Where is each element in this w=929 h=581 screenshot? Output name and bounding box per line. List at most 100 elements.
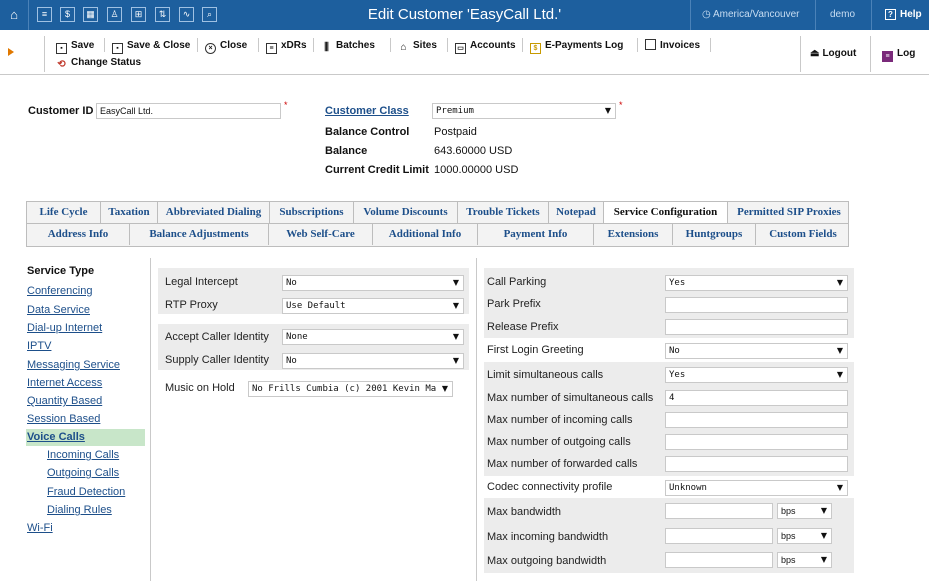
sidebar-item-voice-calls[interactable]: Voice Calls bbox=[26, 429, 145, 446]
sidebar-item-internet-access[interactable]: Internet Access bbox=[27, 377, 102, 389]
codec-profile-select[interactable]: Unknown ▼ bbox=[665, 480, 848, 496]
sidebar-item-data-service[interactable]: Data Service bbox=[27, 304, 90, 316]
max-bandwidth-unit-select[interactable]: bps ▼ bbox=[777, 503, 832, 519]
chevron-down-icon: ▼ bbox=[439, 382, 448, 396]
max-outgoing-bandwidth-input[interactable] bbox=[665, 552, 773, 568]
tab-abbreviated-dialing[interactable]: Abbreviated Dialing bbox=[158, 202, 270, 223]
divider bbox=[815, 0, 816, 30]
sites-button[interactable]: ⌂ Sites bbox=[398, 39, 436, 54]
codec-profile-label: Codec connectivity profile bbox=[487, 481, 613, 493]
chevron-down-icon: ▼ bbox=[836, 278, 843, 287]
tab-trouble-tickets[interactable]: Trouble Tickets bbox=[458, 202, 549, 223]
tab-permitted-sip-proxies[interactable]: Permitted SIP Proxies bbox=[728, 202, 850, 223]
log-button[interactable]: ≡ Log bbox=[882, 47, 915, 62]
user-link[interactable]: demo bbox=[830, 0, 855, 30]
max-outgoing-bandwidth-unit-select[interactable]: bps ▼ bbox=[777, 552, 832, 568]
max-bandwidth-label: Max bandwidth bbox=[487, 506, 561, 518]
close-button[interactable]: × Close bbox=[205, 39, 247, 54]
sidebar-subitem-outgoing-calls[interactable]: Outgoing Calls bbox=[47, 467, 119, 479]
logout-button[interactable]: ⏏ Logout bbox=[810, 47, 856, 61]
service-type-heading: Service Type bbox=[27, 265, 95, 277]
music-on-hold-select[interactable]: No Frills Cumbia (c) 2001 Kevin Ma ▼ bbox=[248, 381, 453, 397]
tab-service-configuration[interactable]: Service Configuration bbox=[604, 202, 728, 223]
timezone-link[interactable]: ◷ America/Vancouver bbox=[702, 0, 799, 30]
customer-class-link[interactable]: Customer Class bbox=[325, 105, 409, 117]
max-outgoing-calls-input[interactable] bbox=[665, 434, 848, 450]
tab-web-self-care[interactable]: Web Self-Care bbox=[269, 224, 373, 245]
tab-custom-fields[interactable]: Custom Fields bbox=[756, 224, 850, 245]
sidebar-item-wifi[interactable]: Wi-Fi bbox=[27, 522, 53, 534]
collapse-arrow-icon[interactable] bbox=[8, 48, 14, 56]
max-forwarded-calls-input[interactable] bbox=[665, 456, 848, 472]
divider bbox=[197, 38, 198, 52]
help-link[interactable]: ? Help bbox=[885, 0, 922, 30]
toolbar: ▪ Save ▪ Save & Close × Close ≡ xDRs ⫼ Batche… bbox=[0, 30, 929, 75]
tab-extensions[interactable]: Extensions bbox=[594, 224, 673, 245]
invoices-button[interactable]: Invoices bbox=[645, 39, 700, 53]
sidebar-subitem-dialing-rules[interactable]: Dialing Rules bbox=[47, 504, 112, 516]
first-login-greeting-select[interactable]: No ▼ bbox=[665, 343, 848, 359]
sidebar-item-messaging-service[interactable]: Messaging Service bbox=[27, 359, 120, 371]
rtp-proxy-select[interactable]: Use Default ▼ bbox=[282, 298, 464, 314]
call-parking-select[interactable]: Yes ▼ bbox=[665, 275, 848, 291]
supply-caller-identity-select[interactable]: No ▼ bbox=[282, 353, 464, 369]
sidebar-item-iptv[interactable]: IPTV bbox=[27, 340, 51, 352]
balance-control-value: Postpaid bbox=[434, 126, 477, 138]
invoices-icon bbox=[645, 39, 656, 50]
tab-huntgroups[interactable]: Huntgroups bbox=[673, 224, 756, 245]
sidebar-item-conferencing[interactable]: Conferencing bbox=[27, 285, 92, 297]
sidebar-subitem-incoming-calls[interactable]: Incoming Calls bbox=[47, 449, 119, 461]
required-marker: * bbox=[619, 100, 623, 110]
rtp-proxy-label: RTP Proxy bbox=[165, 299, 218, 311]
tabs-row-2: Address Info Balance Adjustments Web Sel… bbox=[26, 224, 849, 247]
tab-life-cycle[interactable]: Life Cycle bbox=[27, 202, 101, 223]
tab-subscriptions[interactable]: Subscriptions bbox=[270, 202, 354, 223]
legal-intercept-select[interactable]: No ▼ bbox=[282, 275, 464, 291]
divider bbox=[150, 258, 151, 581]
save-button[interactable]: ▪ Save bbox=[56, 39, 94, 54]
credit-limit-label: Current Credit Limit bbox=[325, 164, 429, 176]
sidebar-item-quantity-based[interactable]: Quantity Based bbox=[27, 395, 102, 407]
accept-caller-identity-select[interactable]: None ▼ bbox=[282, 329, 464, 345]
tab-notepad[interactable]: Notepad bbox=[549, 202, 604, 223]
limit-simultaneous-calls-select[interactable]: Yes ▼ bbox=[665, 367, 848, 383]
xdrs-button[interactable]: ≡ xDRs bbox=[266, 39, 307, 54]
change-status-button[interactable]: ⟲ Change Status bbox=[56, 56, 141, 71]
max-incoming-calls-input[interactable] bbox=[665, 412, 848, 428]
tab-payment-info[interactable]: Payment Info bbox=[478, 224, 594, 245]
max-bandwidth-input[interactable] bbox=[665, 503, 773, 519]
sites-icon: ⌂ bbox=[400, 42, 407, 53]
chevron-down-icon: ▼ bbox=[836, 370, 843, 379]
balance-label: Balance bbox=[325, 145, 368, 157]
accept-caller-identity-label: Accept Caller Identity bbox=[165, 331, 269, 343]
sidebar-item-dialup-internet[interactable]: Dial-up Internet bbox=[27, 322, 102, 334]
chevron-down-icon: ▼ bbox=[836, 346, 843, 355]
tab-taxation[interactable]: Taxation bbox=[101, 202, 158, 223]
tab-additional-info[interactable]: Additional Info bbox=[373, 224, 478, 245]
batches-icon: ⫼ bbox=[324, 42, 329, 53]
sidebar-subitem-fraud-detection[interactable]: Fraud Detection bbox=[47, 486, 125, 498]
customer-class-select[interactable]: Premium ▼ bbox=[432, 103, 616, 119]
divider bbox=[104, 38, 105, 52]
release-prefix-input[interactable] bbox=[665, 319, 848, 335]
sidebar-item-session-based[interactable]: Session Based bbox=[27, 413, 100, 425]
close-icon: × bbox=[205, 43, 216, 54]
tab-volume-discounts[interactable]: Volume Discounts bbox=[354, 202, 458, 223]
customer-id-field[interactable]: EasyCall Ltd. bbox=[96, 103, 281, 119]
music-on-hold-label: Music on Hold bbox=[165, 382, 235, 394]
epayments-log-button[interactable]: $ E-Payments Log bbox=[530, 39, 623, 54]
save-close-button[interactable]: ▪ Save & Close bbox=[112, 39, 190, 54]
max-incoming-bandwidth-unit-select[interactable]: bps ▼ bbox=[777, 528, 832, 544]
tab-balance-adjustments[interactable]: Balance Adjustments bbox=[130, 224, 269, 245]
max-incoming-bandwidth-input[interactable] bbox=[665, 528, 773, 544]
tab-address-info[interactable]: Address Info bbox=[27, 224, 130, 245]
first-login-greeting-label: First Login Greeting bbox=[487, 344, 584, 356]
xdrs-icon: ≡ bbox=[266, 43, 277, 54]
park-prefix-input[interactable] bbox=[665, 297, 848, 313]
tabs-row-1: Life Cycle Taxation Abbreviated Dialing … bbox=[26, 201, 849, 224]
balance-value: 643.60000 USD bbox=[434, 145, 513, 157]
batches-button[interactable]: ⫼ Batches bbox=[321, 39, 375, 54]
accounts-button[interactable]: ▭ Accounts bbox=[455, 39, 516, 54]
legal-intercept-label: Legal Intercept bbox=[165, 276, 238, 288]
max-simultaneous-calls-input[interactable]: 4 bbox=[665, 390, 848, 406]
